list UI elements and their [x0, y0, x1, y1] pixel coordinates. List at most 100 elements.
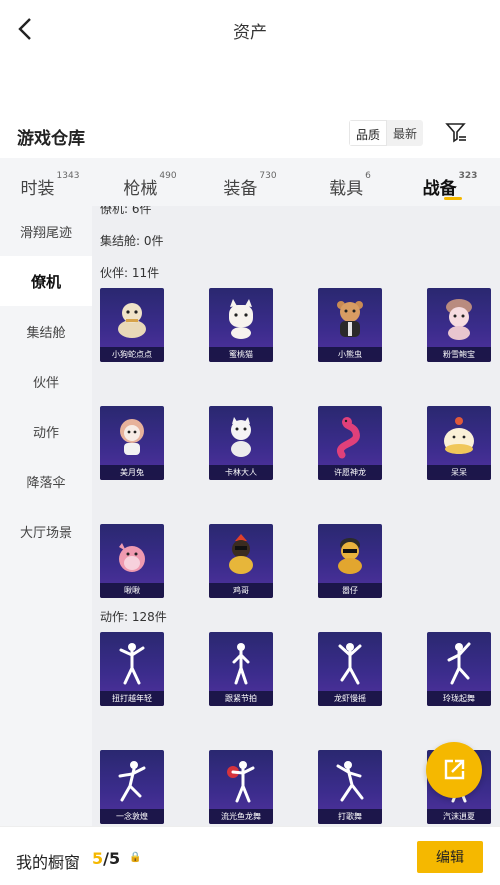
item-card[interactable]: 一念敦煌: [100, 750, 164, 824]
group-label-emote: 动作: 128件: [100, 610, 167, 624]
top-bar: 资产: [0, 0, 500, 60]
partner-cat-lord-icon: [209, 412, 273, 462]
item-card[interactable]: 小狗蛇点点: [100, 288, 164, 362]
partner-rabbit-icon: [100, 412, 164, 462]
item-name: 流光鱼龙舞: [209, 809, 273, 824]
item-name: 嚣仔: [318, 583, 382, 598]
item-card[interactable]: 龙虾慢摇: [318, 632, 382, 706]
item-name: 卡林大人: [209, 465, 273, 480]
group-label-partner: 伙伴: 11件: [100, 266, 160, 280]
item-card[interactable]: 流光鱼龙舞: [209, 750, 273, 824]
item-name: 一念敦煌: [100, 809, 164, 824]
dance-pose-icon: [318, 756, 382, 806]
tab-label: 战备: [422, 179, 457, 199]
sidebar: 滑翔尾迹 僚机 集结舱 伙伴 动作 降落伞 大厅场景: [0, 206, 92, 826]
item-name: 扭打越年轻: [100, 691, 164, 706]
partner-dog-icon: [100, 294, 164, 344]
showcase-count: 5/5: [92, 849, 120, 868]
item-name: 跟紧节拍: [209, 691, 273, 706]
group-label-assembly: 集结舱: 0件: [100, 234, 164, 248]
item-card[interactable]: 蜜桃猫: [209, 288, 273, 362]
item-card[interactable]: 跟紧节拍: [209, 632, 273, 706]
item-card[interactable]: 美月兔: [100, 406, 164, 480]
item-card[interactable]: 啾啾: [100, 524, 164, 598]
dance-pose-icon: [209, 638, 273, 688]
tab-count: 490: [159, 171, 177, 181]
item-card[interactable]: 卡林大人: [209, 406, 273, 480]
partner-chick-icon: [427, 412, 491, 462]
partner-rooster-icon: [209, 530, 273, 580]
tab-label: 载具: [329, 179, 364, 199]
item-card[interactable]: 扭打越年轻: [100, 632, 164, 706]
sidebar-item-lobby-scene[interactable]: 大厅场景: [0, 506, 92, 556]
item-name: 啾啾: [100, 583, 164, 598]
section-title: 游戏仓库: [17, 129, 85, 149]
item-name: 龙虾慢摇: [318, 691, 382, 706]
share-icon: [444, 759, 465, 780]
item-name: 蜜桃猫: [209, 347, 273, 362]
item-name: 粉雪鲍宝: [427, 347, 491, 362]
tab-label: 装备: [223, 179, 258, 199]
showcase-count-total: /5: [103, 849, 121, 868]
item-card[interactable]: 鸡哥: [209, 524, 273, 598]
share-fab-button[interactable]: [426, 742, 482, 798]
partner-bird-icon: [100, 530, 164, 580]
tab-count: 1343: [56, 171, 80, 181]
item-card[interactable]: 粉雪鲍宝: [427, 288, 491, 362]
showcase-count-current: 5: [92, 849, 104, 868]
item-name: 打歌舞: [318, 809, 382, 824]
section-header: 游戏仓库 品质 最新: [0, 118, 500, 154]
tab-count: 323: [458, 171, 478, 181]
tab-zhanbei[interactable]: 战备323: [400, 158, 500, 206]
dance-pose-icon: [100, 756, 164, 806]
item-card[interactable]: 嚣仔: [318, 524, 382, 598]
item-card[interactable]: 玲珑起舞: [427, 632, 491, 706]
dance-pose-icon: [318, 638, 382, 688]
lock-icon: 🔒: [129, 852, 142, 863]
partner-cat-icon: [209, 294, 273, 344]
tab-count: 730: [259, 171, 277, 181]
category-tabs: 时装1343 枪械490 装备730 载具6 战备323: [0, 158, 500, 206]
group-label-wingman: 僚机: 6件: [100, 206, 152, 216]
tab-zaiju[interactable]: 载具6: [300, 158, 400, 206]
partner-dragon-icon: [318, 412, 382, 462]
sidebar-item-wingman[interactable]: 僚机: [0, 256, 92, 306]
filter-icon: [445, 123, 466, 143]
partner-snowbaby-icon: [427, 294, 491, 344]
sidebar-item-emote[interactable]: 动作: [0, 406, 92, 456]
sort-quality-button[interactable]: 品质: [349, 120, 388, 146]
edit-button[interactable]: 编辑: [417, 841, 483, 873]
tab-zhuangbei[interactable]: 装备730: [200, 158, 300, 206]
bottom-bar: 我的橱窗 5/5 🔒 编辑: [0, 826, 500, 885]
item-name: 鸡哥: [209, 583, 273, 598]
item-card[interactable]: 打歌舞: [318, 750, 382, 824]
item-name: 小熊虫: [318, 347, 382, 362]
item-card[interactable]: 呆呆: [427, 406, 491, 480]
tab-label: 时装: [20, 179, 55, 199]
dance-pose-icon: [100, 638, 164, 688]
item-grid-area: 僚机: 6件 集结舱: 0件 伙伴: 11件 小狗蛇点点 蜜桃猫 小熊虫 粉雪鲍…: [92, 206, 500, 826]
item-name: 美月兔: [100, 465, 164, 480]
item-card[interactable]: 许愿神龙: [318, 406, 382, 480]
item-card[interactable]: 小熊虫: [318, 288, 382, 362]
page-title: 资产: [233, 23, 267, 43]
item-name: 呆呆: [427, 465, 491, 480]
item-name: 小狗蛇点点: [100, 347, 164, 362]
item-name: 汽沫逍夏: [427, 809, 491, 824]
showcase-label: 我的橱窗: [16, 853, 81, 872]
sidebar-item-parachute[interactable]: 降落伞: [0, 456, 92, 506]
filter-button[interactable]: [444, 120, 468, 144]
tab-shizhuang[interactable]: 时装1343: [0, 158, 100, 206]
dance-pose-icon: [209, 756, 273, 806]
sort-latest-button[interactable]: 最新: [387, 120, 423, 146]
dance-pose-icon: [427, 638, 491, 688]
partner-duck-icon: [318, 530, 382, 580]
partner-bear-icon: [318, 294, 382, 344]
sort-toggle: 品质 最新: [349, 120, 424, 146]
sidebar-item-partner[interactable]: 伙伴: [0, 356, 92, 406]
sidebar-item-glide-trail[interactable]: 滑翔尾迹: [0, 206, 92, 256]
sidebar-item-assembly-pod[interactable]: 集结舱: [0, 306, 92, 356]
item-name: 玲珑起舞: [427, 691, 491, 706]
tab-count: 6: [365, 171, 371, 181]
tab-qiangxie[interactable]: 枪械490: [100, 158, 200, 206]
